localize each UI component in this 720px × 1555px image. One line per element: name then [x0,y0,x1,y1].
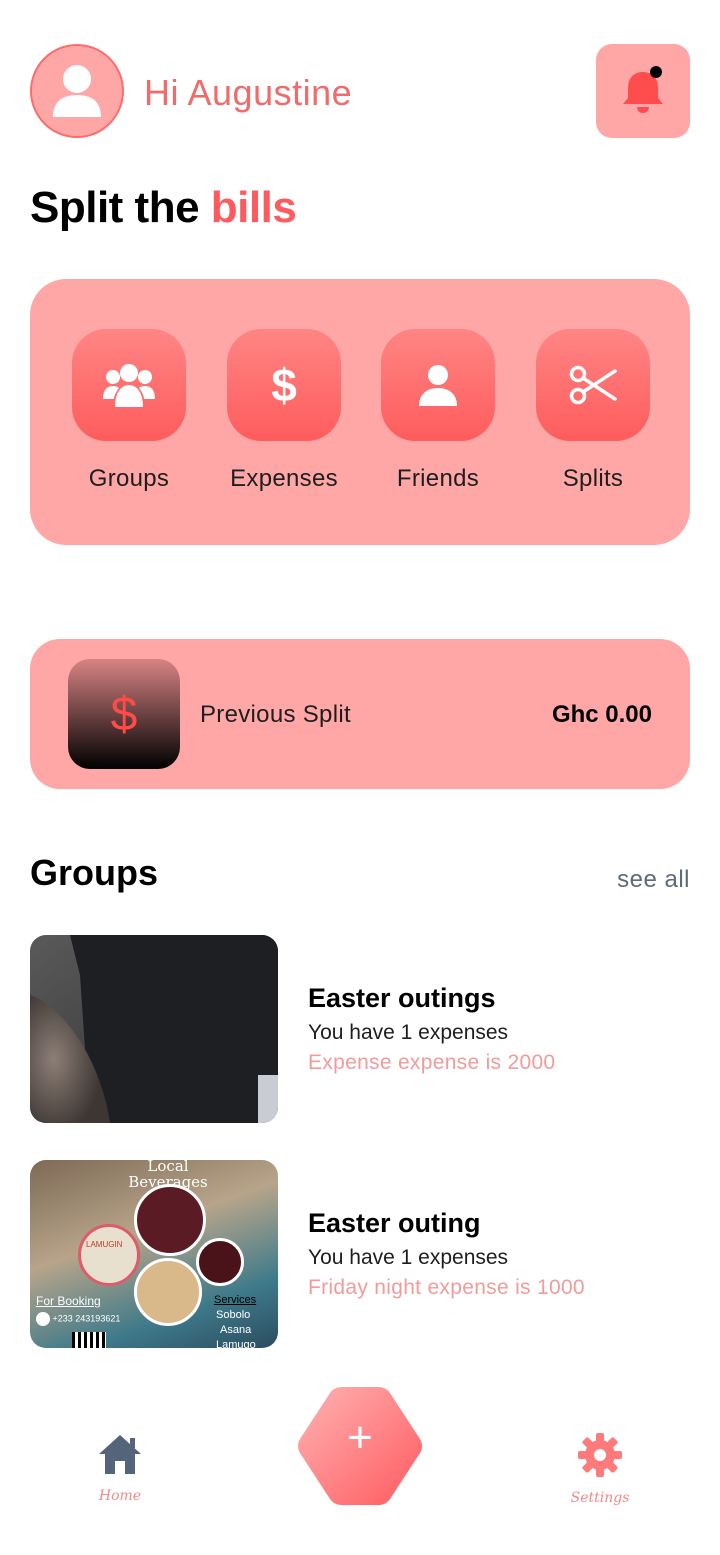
poster-drink-photo [196,1238,244,1286]
poster-services-title: Services [214,1294,257,1306]
nav-settings[interactable]: Settings [560,1433,640,1506]
action-friends-tile[interactable] [381,329,495,441]
nav-settings-label: Settings [570,1490,630,1506]
avatar[interactable] [30,44,124,138]
bell-icon [623,66,663,113]
quick-actions-card: Groups $ Expenses Friends Splits [30,279,690,545]
user-icon [419,365,457,406]
group-list-item[interactable]: Easter outings You have 1 expenses Expen… [30,935,690,1123]
action-expenses-label: Expenses [230,465,338,492]
poster-phone: +233 243193621 [36,1312,120,1326]
action-friends-label: Friends [396,465,480,492]
notifications-button[interactable] [596,44,690,138]
poster-service-item: Sobolo [216,1309,251,1321]
previous-split-amount: Ghc 0.00 [551,701,652,728]
groups-section-title: Groups [30,852,159,893]
bottom-navigation: Home + Settings [0,1375,720,1555]
group-image: Local Beverages LAMUGIN For Booking +233… [30,1160,278,1348]
action-splits-tile[interactable] [536,329,650,441]
action-groups[interactable]: Groups [72,329,186,493]
page-title-plain: Split the [30,183,200,232]
gear-icon [578,1433,622,1477]
group-expense-count: You have 1 expenses [308,1246,509,1269]
header: Hi Augustine [30,44,690,140]
page-title: Split the bills [30,183,297,233]
greeting-text: Hi Augustine [144,72,353,113]
action-groups-tile[interactable] [72,329,186,441]
group-image [30,935,278,1123]
action-expenses-tile[interactable]: $ [227,329,341,441]
previous-split-label: Previous Split [200,701,351,728]
poster-drink-photo [134,1184,206,1256]
dollar-icon: $ [110,687,138,741]
action-splits-label: Splits [562,465,624,492]
poster-drink-photo [134,1258,202,1326]
nav-home[interactable]: Home [80,1433,160,1504]
add-button[interactable]: + [294,1383,426,1509]
group-expense-count: You have 1 expenses [308,1021,509,1044]
previous-split-card[interactable]: $ Previous Split Ghc 0.00 [30,639,690,789]
group-name: Easter outing [308,1208,481,1238]
page-title-accent: bills [210,183,297,232]
see-all-link[interactable]: see all [617,866,690,894]
scissors-icon [569,365,617,405]
group-expense-total: Expense expense is 2000 [308,1051,556,1074]
action-groups-label: Groups [88,465,170,492]
phone-icon [36,1312,50,1326]
plus-icon: + [347,1413,373,1462]
previous-split-icon: $ [68,659,180,769]
nav-home-label: Home [98,1488,142,1504]
poster-booking: For Booking [36,1294,101,1308]
poster-phone-number: +233 243193621 [52,1313,121,1324]
dollar-icon: $ [271,359,297,411]
poster-service-item: Lamugo [216,1339,256,1348]
action-splits[interactable]: Splits [536,329,650,493]
user-avatar-icon [53,65,101,117]
poster-service-item: Asana [220,1324,252,1336]
poster-drink-photo [78,1224,140,1286]
group-list-item[interactable]: Local Beverages LAMUGIN For Booking +233… [30,1160,690,1348]
action-expenses[interactable]: $ Expenses [227,329,341,493]
group-expense-total: Friday night expense is 1000 [308,1276,585,1299]
qr-code-icon [72,1332,106,1348]
poster-brand: LAMUGIN [86,1240,123,1249]
users-icon [103,364,155,407]
action-friends[interactable]: Friends [381,329,495,493]
home-icon [99,1435,141,1474]
group-name: Easter outings [308,983,496,1013]
